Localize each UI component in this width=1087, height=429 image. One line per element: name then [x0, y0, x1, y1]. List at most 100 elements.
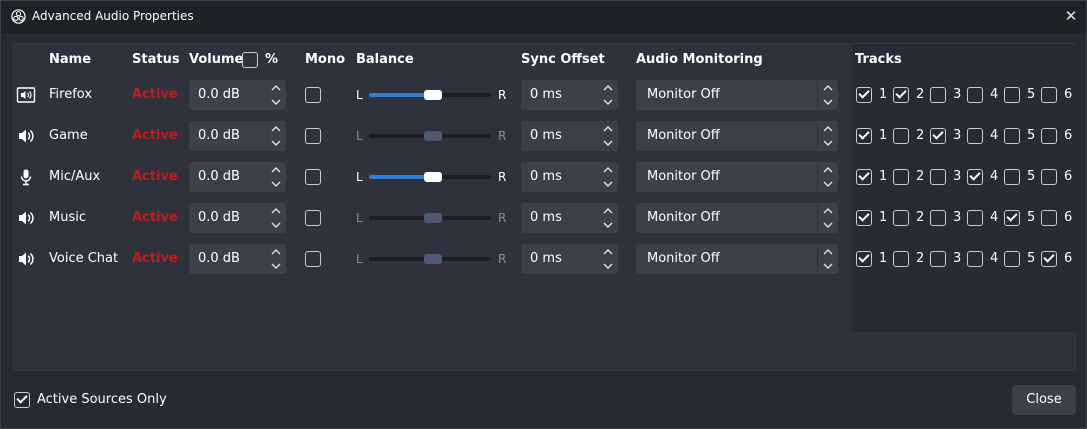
- dropdown-arrows-icon[interactable]: [822, 82, 834, 108]
- track-1-checkbox[interactable]: [856, 128, 872, 144]
- track-6-label: 6: [1064, 169, 1073, 184]
- sync-offset-spinbox[interactable]: 0 ms: [521, 162, 618, 192]
- track-5-checkbox[interactable]: [1004, 169, 1020, 185]
- track-6-checkbox[interactable]: [1041, 169, 1057, 185]
- track-5-checkbox[interactable]: [1004, 128, 1020, 144]
- track-2-checkbox[interactable]: [893, 169, 909, 185]
- track-3-checkbox[interactable]: [930, 210, 946, 226]
- spin-arrows-icon[interactable]: [270, 123, 282, 149]
- sync-offset-spinbox[interactable]: 0 ms: [521, 80, 618, 110]
- track-2-checkbox[interactable]: [893, 210, 909, 226]
- track-4-checkbox[interactable]: [967, 87, 983, 103]
- track-1-checkbox[interactable]: [856, 169, 872, 185]
- track-3-checkbox[interactable]: [930, 169, 946, 185]
- balance-left-label: L: [356, 88, 363, 102]
- title-bar: Advanced Audio Properties ✕: [1, 1, 1086, 33]
- mono-checkbox[interactable]: [305, 169, 321, 185]
- mono-checkbox[interactable]: [305, 210, 321, 226]
- window-close-icon[interactable]: ✕: [1059, 5, 1083, 27]
- audio-monitoring-value: Monitor Off: [647, 87, 720, 102]
- track-3-checkbox[interactable]: [930, 87, 946, 103]
- spin-arrows-icon[interactable]: [270, 82, 282, 108]
- active-sources-only-label: Active Sources Only: [37, 392, 167, 407]
- track-1-checkbox[interactable]: [856, 87, 872, 103]
- header-volume: Volume: [189, 52, 244, 67]
- volume-percent-toggle[interactable]: [242, 52, 258, 68]
- header-volume-unit: %: [265, 52, 279, 67]
- volume-spinbox[interactable]: 0.0 dB: [189, 203, 286, 233]
- track-5-checkbox[interactable]: [1004, 251, 1020, 267]
- sync-offset-spinbox[interactable]: 0 ms: [521, 203, 618, 233]
- status-badge: Active: [132, 169, 178, 184]
- dropdown-arrows-icon[interactable]: [822, 205, 834, 231]
- status-badge: Active: [132, 210, 178, 225]
- track-4-checkbox[interactable]: [967, 128, 983, 144]
- balance-right-label: R: [498, 170, 507, 184]
- mono-checkbox[interactable]: [305, 128, 321, 144]
- speaker-icon: [16, 249, 36, 269]
- dropdown-separator: [817, 82, 818, 108]
- sync-offset-spinbox[interactable]: 0 ms: [521, 244, 618, 274]
- header-tracks: Tracks: [855, 52, 902, 67]
- dropdown-separator: [817, 246, 818, 272]
- source-name: Voice Chat: [49, 251, 119, 266]
- track-3-checkbox[interactable]: [930, 128, 946, 144]
- track-3-checkbox[interactable]: [930, 251, 946, 267]
- volume-spinbox[interactable]: 0.0 dB: [189, 121, 286, 151]
- track-6-checkbox[interactable]: [1041, 128, 1057, 144]
- mono-checkbox[interactable]: [305, 251, 321, 267]
- spin-arrows-icon[interactable]: [602, 82, 614, 108]
- track-2-checkbox[interactable]: [893, 87, 909, 103]
- track-6-label: 6: [1064, 128, 1073, 143]
- spin-arrows-icon[interactable]: [602, 205, 614, 231]
- track-1-label: 1: [879, 210, 888, 225]
- track-2-checkbox[interactable]: [893, 128, 909, 144]
- track-5-checkbox[interactable]: [1004, 87, 1020, 103]
- track-5-checkbox[interactable]: [1004, 210, 1020, 226]
- dropdown-arrows-icon[interactable]: [822, 164, 834, 190]
- track-1-label: 1: [879, 87, 888, 102]
- close-button[interactable]: Close: [1012, 385, 1076, 415]
- audio-monitoring-dropdown[interactable]: Monitor Off: [636, 203, 838, 233]
- track-1-checkbox[interactable]: [856, 210, 872, 226]
- balance-left-label: L: [356, 129, 363, 143]
- mono-checkbox[interactable]: [305, 87, 321, 103]
- balance-right-label: R: [498, 129, 507, 143]
- audio-monitoring-dropdown[interactable]: Monitor Off: [636, 244, 838, 274]
- source-name: Firefox: [49, 87, 93, 102]
- audio-monitoring-dropdown[interactable]: Monitor Off: [636, 162, 838, 192]
- track-4-checkbox[interactable]: [967, 169, 983, 185]
- volume-spinbox[interactable]: 0.0 dB: [189, 244, 286, 274]
- track-6-label: 6: [1064, 210, 1073, 225]
- sync-offset-spinbox[interactable]: 0 ms: [521, 121, 618, 151]
- track-6-checkbox[interactable]: [1041, 210, 1057, 226]
- track-4-label: 4: [990, 169, 999, 184]
- spin-arrows-icon[interactable]: [270, 246, 282, 272]
- volume-spinbox[interactable]: 0.0 dB: [189, 162, 286, 192]
- active-sources-only-checkbox[interactable]: [14, 392, 30, 408]
- volume-spinbox[interactable]: 0.0 dB: [189, 80, 286, 110]
- track-6-checkbox[interactable]: [1041, 87, 1057, 103]
- volume-value: 0.0 dB: [198, 128, 240, 143]
- track-6-checkbox[interactable]: [1041, 251, 1057, 267]
- track-4-checkbox[interactable]: [967, 251, 983, 267]
- dropdown-arrows-icon[interactable]: [822, 123, 834, 149]
- spin-arrows-icon[interactable]: [270, 164, 282, 190]
- track-1-checkbox[interactable]: [856, 251, 872, 267]
- spin-arrows-icon[interactable]: [602, 164, 614, 190]
- header-sync-offset: Sync Offset: [521, 52, 605, 67]
- header-mono: Mono: [305, 52, 346, 67]
- balance-slider-handle[interactable]: [424, 172, 442, 182]
- audio-monitoring-dropdown[interactable]: Monitor Off: [636, 121, 838, 151]
- audio-monitoring-dropdown[interactable]: Monitor Off: [636, 80, 838, 110]
- balance-slider-handle[interactable]: [424, 213, 442, 223]
- dropdown-arrows-icon[interactable]: [822, 246, 834, 272]
- spin-arrows-icon[interactable]: [602, 123, 614, 149]
- spin-arrows-icon[interactable]: [602, 246, 614, 272]
- balance-slider-handle[interactable]: [424, 90, 442, 100]
- balance-slider-handle[interactable]: [424, 131, 442, 141]
- track-4-checkbox[interactable]: [967, 210, 983, 226]
- track-2-checkbox[interactable]: [893, 251, 909, 267]
- spin-arrows-icon[interactable]: [270, 205, 282, 231]
- balance-slider-handle[interactable]: [424, 254, 442, 264]
